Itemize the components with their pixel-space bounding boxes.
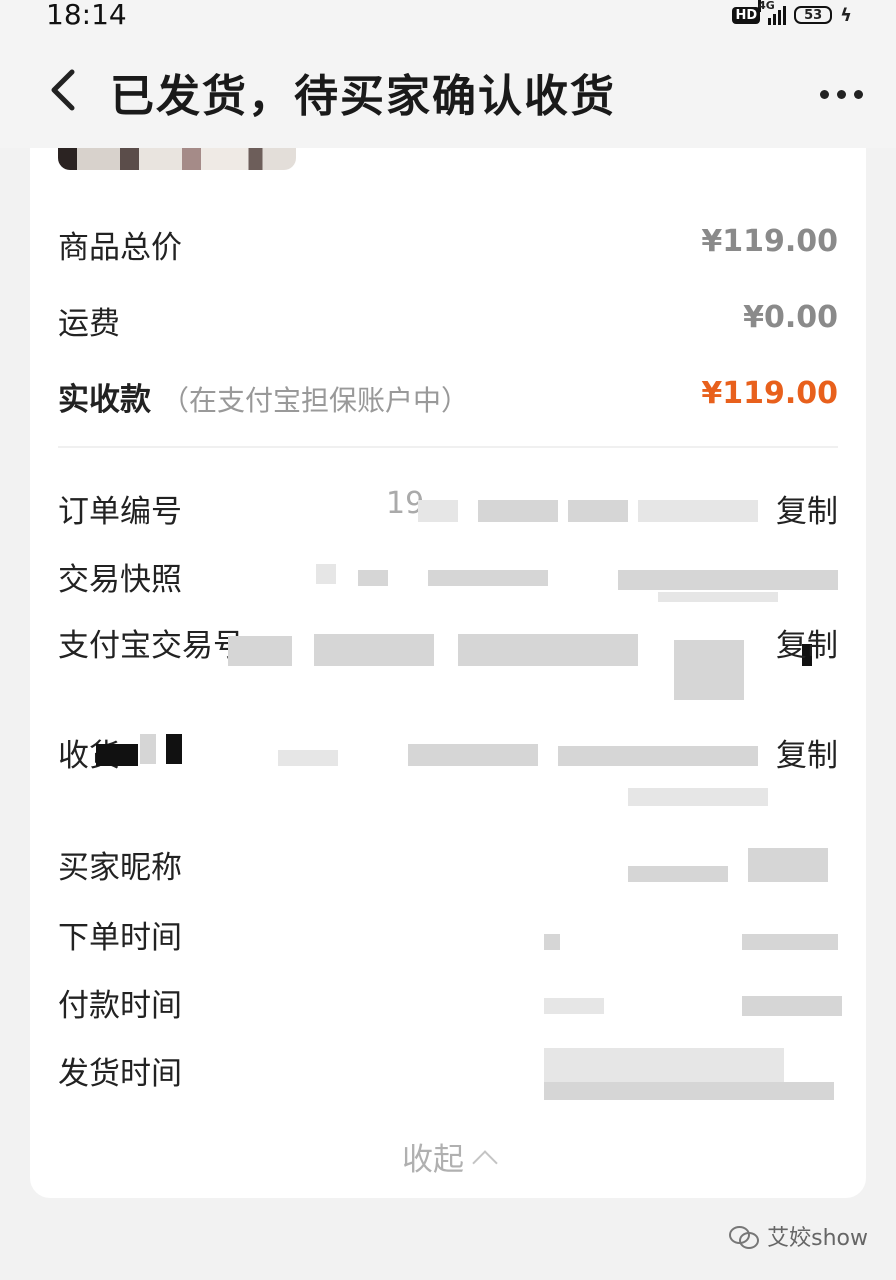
copy-order-number-button[interactable]: 复制	[776, 486, 838, 531]
nav-bar: 已发货，待买家确认收货	[0, 40, 896, 148]
ship-time-row: 发货时间	[58, 1048, 838, 1100]
redacted-block	[418, 500, 458, 522]
buyer-nickname-row: 买家昵称	[58, 842, 838, 892]
copy-address-button[interactable]: 复制	[776, 730, 838, 775]
alipay-trade-label: 支付宝交易号	[58, 628, 244, 664]
redacted-block	[674, 640, 744, 700]
redacted-block	[478, 500, 558, 522]
product-thumbnail[interactable]	[58, 148, 296, 170]
battery-level: 53	[804, 7, 823, 23]
network-type: 4G	[758, 0, 775, 12]
redacted-block	[558, 746, 758, 766]
redacted-block	[742, 996, 842, 1016]
redacted-block	[544, 934, 560, 950]
redacted-block	[278, 750, 338, 766]
redacted-block	[748, 848, 828, 882]
redacted-block	[658, 592, 778, 602]
chevron-up-icon	[472, 1150, 498, 1176]
received-value: ¥119.00	[701, 376, 838, 411]
ship-time-label: 发货时间	[58, 1056, 182, 1092]
redacted-block	[458, 634, 638, 666]
redacted-block	[316, 564, 336, 584]
divider	[58, 446, 838, 448]
subtotal-value: ¥119.00	[701, 224, 838, 259]
redacted-block	[96, 744, 138, 766]
redacted-block	[408, 744, 538, 766]
order-time-label: 下单时间	[58, 920, 182, 956]
alipay-trade-row: 支付宝交易号 复制	[58, 620, 838, 700]
subtotal-row: 商品总价 ¥119.00	[58, 222, 838, 272]
more-dots-icon	[819, 89, 829, 99]
shipping-label: 运费	[58, 306, 120, 342]
payment-time-label: 付款时间	[58, 988, 182, 1024]
order-number-row: 订单编号 19 复制	[58, 486, 838, 536]
charging-icon: ϟ	[840, 4, 852, 26]
redacted-block	[358, 570, 388, 586]
signal-icon: 4G	[758, 0, 787, 25]
watermark-text: 艾姣show	[767, 1226, 868, 1251]
copy-alipay-trade-button[interactable]: 复制	[776, 620, 838, 665]
redacted-block	[638, 500, 758, 522]
redacted-block	[314, 634, 434, 666]
received-row: 实收款 （在支付宝担保账户中） ¥119.00	[58, 374, 838, 424]
collapse-button[interactable]: 收起	[30, 1134, 866, 1179]
shipping-row: 运费 ¥0.00	[58, 298, 838, 348]
received-label: 实收款 （在支付宝担保账户中）	[58, 382, 470, 418]
payment-time-row: 付款时间	[58, 980, 842, 1030]
order-detail-card: 商品总价 ¥119.00 运费 ¥0.00 实收款 （在支付宝担保账户中） ¥11…	[30, 148, 866, 1198]
buyer-nickname-label: 买家昵称	[58, 850, 182, 886]
order-time-row: 下单时间	[58, 912, 838, 962]
redacted-block	[428, 570, 548, 586]
watermark: 艾姣show	[729, 1220, 868, 1252]
redacted-block	[544, 998, 604, 1014]
hd-icon: HD	[732, 6, 761, 24]
status-time: 18:14	[46, 0, 127, 31]
redacted-block	[742, 934, 838, 950]
redacted-block	[628, 788, 768, 806]
redacted-block	[568, 500, 628, 522]
back-button[interactable]	[44, 62, 90, 118]
redacted-block	[140, 734, 156, 764]
collapse-label: 收起	[402, 1142, 464, 1178]
snapshot-row[interactable]: 交易快照	[58, 554, 838, 604]
shipping-value: ¥0.00	[743, 300, 838, 335]
address-row: 收货 复制	[58, 730, 838, 806]
redacted-block	[628, 866, 728, 882]
redacted-block	[544, 1082, 834, 1100]
redacted-block	[166, 734, 182, 764]
redacted-block	[228, 636, 292, 666]
subtotal-label: 商品总价	[58, 230, 182, 266]
redacted-block	[618, 570, 838, 590]
snapshot-label: 交易快照	[58, 562, 182, 598]
more-button[interactable]	[812, 74, 870, 114]
chevron-left-icon	[51, 69, 75, 111]
page-title: 已发货，待买家确认收货	[110, 71, 616, 122]
wechat-icon	[729, 1224, 760, 1249]
battery-icon: 53	[794, 6, 833, 24]
escrow-note: （在支付宝担保账户中）	[161, 384, 470, 417]
status-icons: HD 4G 53 ϟ	[732, 0, 852, 30]
status-bar: 18:14 HD 4G 53 ϟ	[0, 0, 896, 40]
order-number-label: 订单编号	[58, 494, 182, 530]
